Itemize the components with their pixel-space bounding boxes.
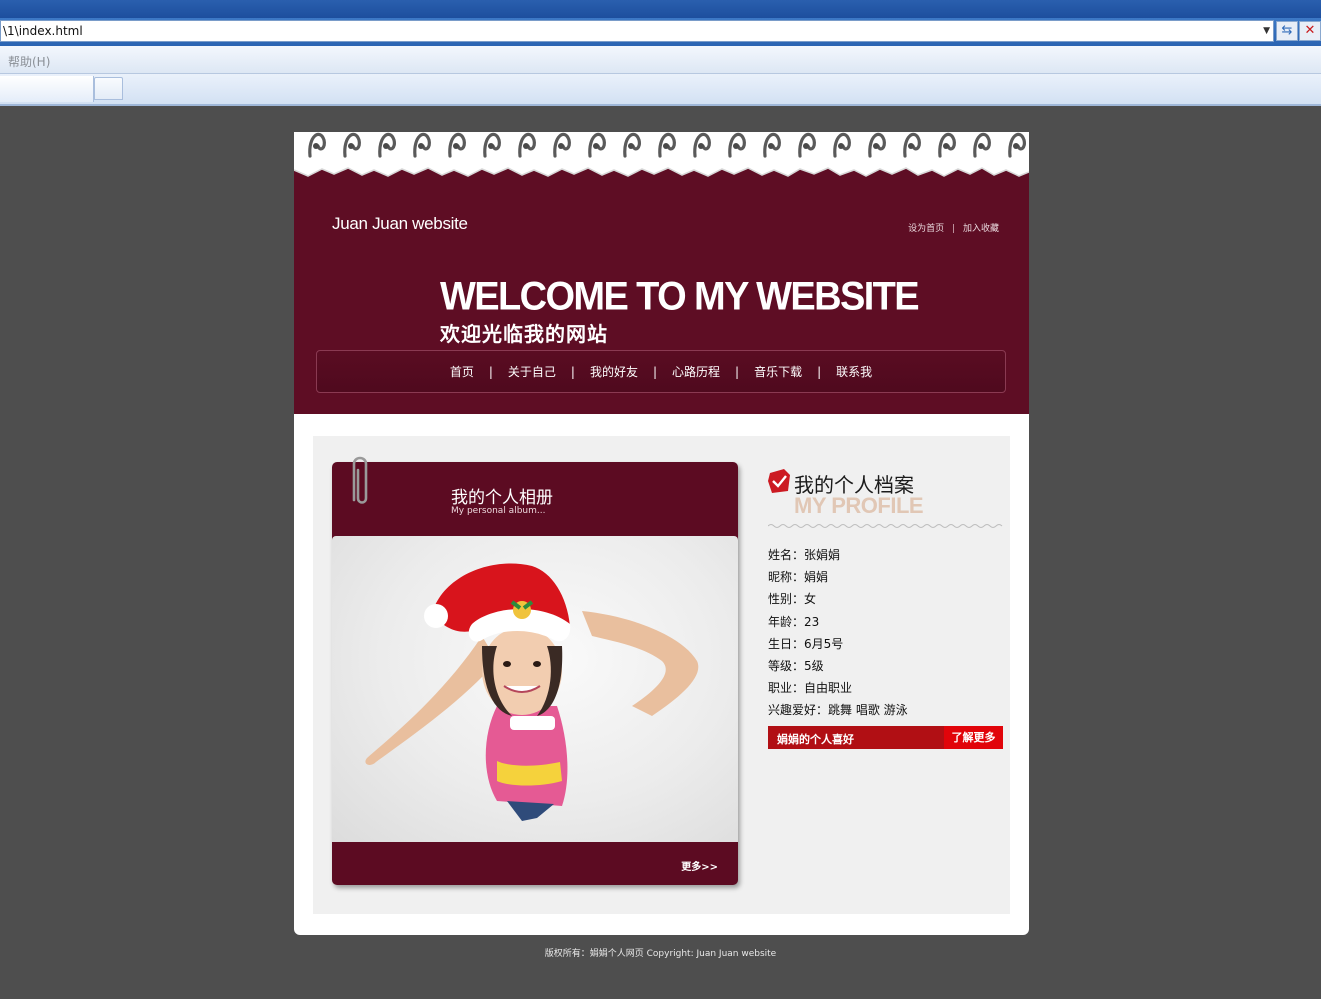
content-area: 我的个人相册 My personal album... 更多>> 我的个人档案 … [313,436,1010,914]
window-titlebar [0,0,1321,18]
nav-separator: | [488,364,493,379]
tab-current[interactable] [0,76,94,102]
new-tab-button[interactable] [94,77,123,100]
nav-journey[interactable]: 心路历程 [672,363,720,380]
profile-badge-icon [768,469,790,493]
stop-icon[interactable]: ✕ [1299,21,1321,41]
learn-more-button[interactable]: 了解更多 [944,726,1003,749]
nav-separator: | [817,364,822,379]
tab-bar [0,74,1321,106]
welcome-subheading: 欢迎光临我的网站 [440,322,608,346]
album-photo[interactable] [332,536,738,842]
set-home-link[interactable]: 设为首页 [908,221,944,234]
profile-field-gender: 性别：女 [768,592,817,607]
profile-field-name: 姓名：张娟娟 [768,548,841,562]
nav-separator: | [735,364,740,379]
nav-home[interactable]: 首页 [450,363,474,380]
add-favorite-link[interactable]: 加入收藏 [963,221,999,234]
profile-field-birthday: 生日：6月5号 [768,636,844,651]
hobby-bar: 娟娟的个人喜好 了解更多 [768,726,1003,749]
profile-field-occupation: 职业：自由职业 [768,681,853,696]
profile-title-english: MY PROFILE [794,493,924,518]
paperclip-icon [352,456,368,504]
site-title: Juan Juan website [332,214,468,233]
girl-photo [365,563,699,821]
nav-about[interactable]: 关于自己 [508,363,556,380]
main-nav: 首页 | 关于自己 | 我的好友 | 心路历程 | 音乐下载 | 联系我 [316,350,1006,393]
photo-album-panel: 我的个人相册 My personal album... 更多>> [332,456,738,885]
top-link-separator: | [952,224,956,234]
welcome-heading: WELCOME TO MY WEBSITE [440,274,920,320]
profile-field-level: 等级：5级 [768,658,824,673]
menu-help[interactable]: 帮助(H) [8,53,50,70]
footer-copyright: 版权所有：娟娟个人网页 Copyright: Juan Juan website [544,949,777,959]
nav-friends[interactable]: 我的好友 [590,363,638,380]
nav-separator: | [652,364,658,379]
top-links: 设为首页 | 加入收藏 [908,221,999,234]
address-bar: \1\index.html ▼ ⇆ ✕ [0,18,1321,46]
album-more-link[interactable]: 更多>> [681,858,718,873]
spiral-binding [308,132,1026,158]
album-title: 我的个人相册 [451,488,553,508]
nav-music[interactable]: 音乐下载 [754,363,802,380]
refresh-icon[interactable]: ⇆ [1276,21,1298,41]
profile-field-hobbies: 兴趣爱好：跳舞 唱歌 游泳 [768,703,908,718]
nav-contact[interactable]: 联系我 [836,363,872,380]
profile-field-age: 年龄：23 [768,614,820,629]
nav-separator: | [570,364,575,379]
profile-fields: 姓名：张娟娟 昵称：娟娟 性别：女 年龄：23 生日：6月5号 等级：5级 职业… [768,544,908,722]
hobby-label: 娟娟的个人喜好 [777,733,854,746]
site-header: Juan Juan website 设为首页 | 加入收藏 WELCOME TO… [294,162,1029,414]
chevron-down-icon[interactable]: ▼ [1263,21,1270,41]
address-input[interactable]: \1\index.html ▼ [0,20,1274,42]
menu-bar: 帮助(H) [0,46,1321,74]
address-text: \1\index.html [3,24,83,38]
profile-field-nickname: 昵称：娟娟 [768,570,829,585]
notebook-page: Juan Juan website 设为首页 | 加入收藏 WELCOME TO… [294,132,1029,935]
profile-divider [768,524,1003,528]
album-subtitle: My personal album... [451,506,546,516]
